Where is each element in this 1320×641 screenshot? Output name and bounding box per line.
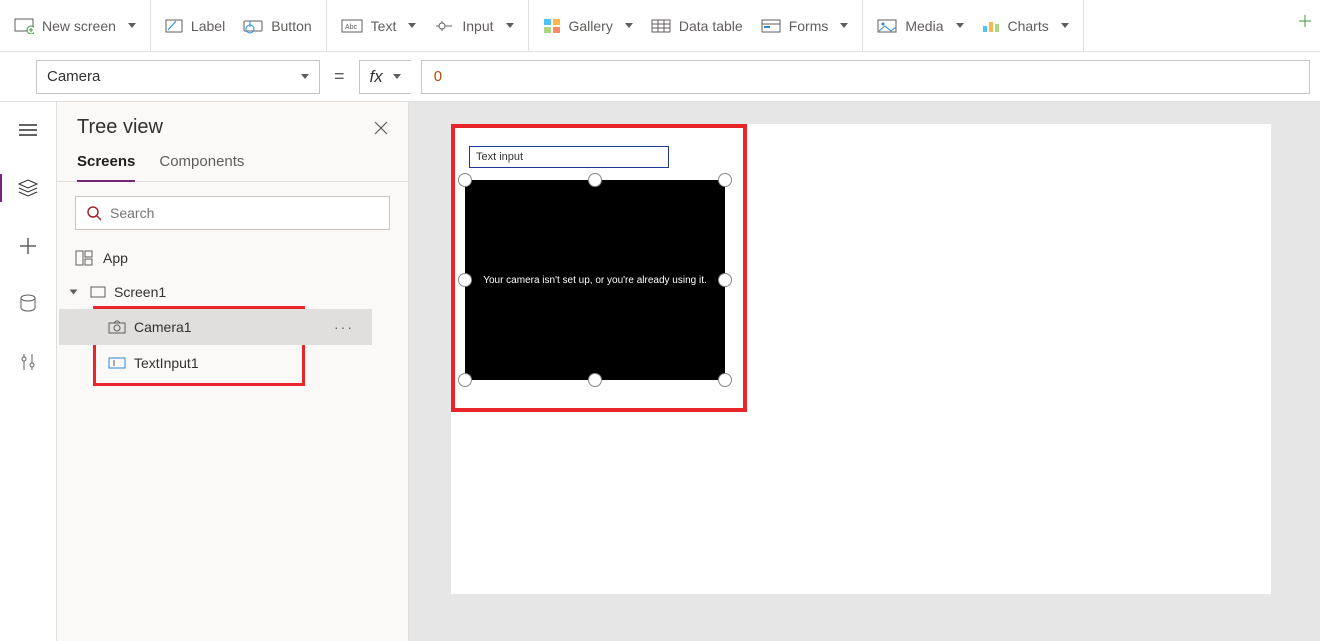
design-canvas[interactable]: Text input Your camera isn't set up, or … [451, 124, 1271, 594]
chevron-down-icon [625, 23, 633, 28]
tab-components[interactable]: Components [159, 145, 244, 181]
screen-icon [14, 18, 34, 34]
data-table-label: Data table [679, 18, 743, 34]
annotation-box-tree: Camera1 ··· TextInput1 [93, 306, 305, 386]
tools-icon [20, 352, 36, 372]
screen-icon [90, 286, 106, 298]
new-screen-button[interactable]: New screen [14, 18, 136, 34]
canvas-area: Text input Your camera isn't set up, or … [409, 102, 1320, 641]
fx-label: fx [370, 67, 383, 87]
chevron-down-icon [301, 74, 309, 79]
tree-node-textinput1[interactable]: TextInput1 [96, 345, 302, 381]
resize-handle[interactable] [458, 273, 472, 287]
label-label: Label [191, 18, 225, 34]
media-icon [877, 19, 897, 33]
camera-control[interactable]: Your camera isn't set up, or you're alre… [465, 180, 725, 380]
chevron-down-icon [408, 23, 416, 28]
search-icon [86, 205, 102, 221]
main: Tree view Screens Components App Screen1… [0, 102, 1320, 641]
resize-handle[interactable] [458, 373, 472, 387]
resize-handle[interactable] [588, 373, 602, 387]
camera-icon [108, 320, 126, 334]
siderail [0, 102, 57, 641]
forms-icon [761, 19, 781, 33]
data-table-icon [651, 19, 671, 33]
tree-view-rail-button[interactable] [8, 172, 48, 204]
forms-button[interactable]: Forms [761, 18, 849, 34]
tab-screens[interactable]: Screens [77, 145, 135, 182]
plus-icon [19, 237, 37, 255]
tree-search[interactable] [75, 196, 390, 230]
hamburger-icon [19, 123, 37, 137]
tree-node-label: TextInput1 [134, 355, 199, 371]
expander-icon[interactable] [70, 290, 78, 295]
tree-node-label: Camera1 [134, 319, 192, 335]
close-icon[interactable] [374, 121, 388, 135]
chevron-down-icon [1061, 23, 1069, 28]
button-label: Button [271, 18, 311, 34]
data-rail-button[interactable] [8, 288, 48, 320]
text-label: Text [371, 18, 397, 34]
chevron-down-icon [393, 74, 401, 79]
property-name: Camera [47, 68, 100, 85]
formula-value: 0 [434, 68, 442, 85]
chevron-down-icon [506, 23, 514, 28]
tree-view-title: Tree view [77, 116, 163, 139]
resize-handle[interactable] [588, 173, 602, 187]
resize-handle[interactable] [458, 173, 472, 187]
formula-input[interactable]: 0 [421, 60, 1310, 94]
media-label: Media [905, 18, 943, 34]
charts-button[interactable]: Charts [982, 18, 1069, 34]
chevron-down-icon [956, 23, 964, 28]
data-table-button[interactable]: Data table [651, 18, 743, 34]
tree-node-screen1[interactable]: Screen1 [57, 276, 408, 308]
input-icon [434, 18, 454, 34]
hamburger-button[interactable] [8, 114, 48, 146]
forms-label: Forms [789, 18, 829, 34]
chevron-down-icon [128, 23, 136, 28]
textinput-icon [108, 357, 126, 369]
charts-icon [982, 19, 1000, 33]
tree-app-node[interactable]: App [57, 240, 408, 276]
text-icon: Abc [341, 19, 363, 33]
ribbon: New screen Label Button Abc Text Input G… [0, 0, 1320, 52]
equals-sign: = [330, 66, 349, 87]
text-input-placeholder: Text input [476, 151, 523, 163]
label-icon [165, 18, 183, 34]
property-selector[interactable]: Camera [36, 60, 320, 94]
resize-handle[interactable] [718, 273, 732, 287]
resize-handle[interactable] [718, 373, 732, 387]
tree-app-label: App [103, 250, 128, 266]
formula-bar: Camera = fx 0 [0, 52, 1320, 102]
camera-message: Your camera isn't set up, or you're alre… [483, 275, 707, 286]
chevron-down-icon [840, 23, 848, 28]
fx-button[interactable]: fx [359, 60, 411, 94]
button-button[interactable]: Button [243, 18, 311, 34]
media-button[interactable]: Media [877, 18, 963, 34]
new-screen-label: New screen [42, 18, 116, 34]
database-icon [20, 294, 36, 314]
insert-rail-button[interactable] [8, 230, 48, 262]
label-button[interactable]: Label [165, 18, 225, 34]
tree-view-panel: Tree view Screens Components App Screen1… [57, 102, 409, 641]
add-icon[interactable] [1298, 13, 1312, 33]
gallery-label: Gallery [569, 18, 613, 34]
svg-text:Abc: Abc [345, 24, 358, 31]
tools-rail-button[interactable] [8, 346, 48, 378]
tree-node-label: Screen1 [114, 284, 166, 300]
button-icon [243, 18, 263, 34]
more-button[interactable]: ··· [334, 319, 354, 335]
gallery-button[interactable]: Gallery [543, 18, 633, 34]
layers-icon [18, 179, 38, 197]
app-icon [75, 250, 93, 266]
search-input[interactable] [110, 205, 379, 221]
text-button[interactable]: Abc Text [341, 18, 417, 34]
charts-label: Charts [1008, 18, 1049, 34]
gallery-icon [543, 18, 561, 34]
input-button[interactable]: Input [434, 18, 513, 34]
input-label: Input [462, 18, 493, 34]
resize-handle[interactable] [718, 173, 732, 187]
text-input-control[interactable]: Text input [469, 146, 669, 168]
tree-node-camera1[interactable]: Camera1 ··· [59, 309, 372, 345]
